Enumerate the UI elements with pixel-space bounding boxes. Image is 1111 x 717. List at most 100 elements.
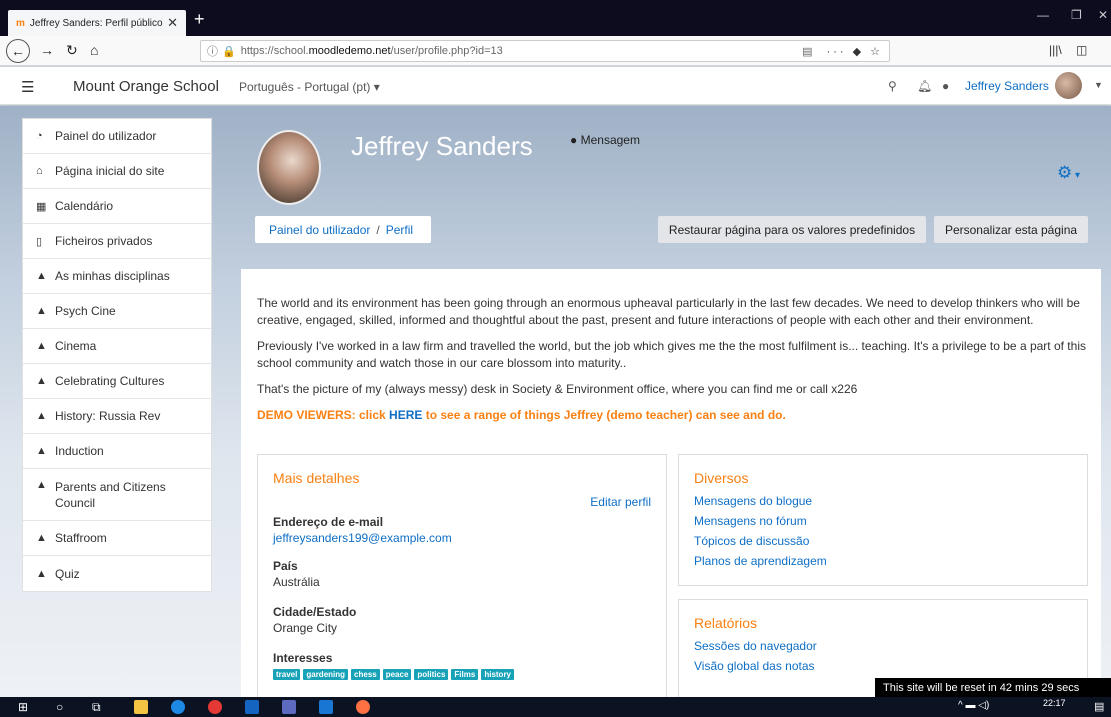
interest-tag[interactable]: chess [351,669,380,680]
nav-drawer: ◔ Painel do utilizador ⌂ Página inicial do… [22,118,212,592]
chrome-icon[interactable] [208,700,222,714]
drawer-item-course[interactable]: ▲ Celebrating Cultures [23,364,211,399]
address-bar[interactable]: ⓘ 🔒 https://school.moodledemo.net/user/p… [200,40,890,62]
interest-tag[interactable]: peace [382,669,412,680]
description-paragraph: That's the picture of my (always messy) … [257,382,858,396]
graduation-cap-icon: ▲ [36,375,47,387]
close-tab-icon[interactable]: ✕ [167,15,178,31]
grades-overview-link[interactable]: Visão global das notas [694,659,815,673]
section-title: Diversos [694,470,749,486]
reset-page-button[interactable]: Restaurar página para os valores predefi… [658,216,926,243]
edge-icon[interactable] [171,700,185,714]
description-paragraph: Previously I've worked in a law firm and… [257,339,1086,370]
profile-picture [257,130,321,205]
interest-tag[interactable]: travel [273,669,301,680]
graduation-cap-icon: ▲ [36,479,47,491]
search-icon[interactable]: ⚲ [888,79,897,93]
messages-icon[interactable]: ● [942,79,949,93]
more-details-card: Mais detalhes Editar perfil Endereço de … [257,454,667,697]
info-icon[interactable]: ⓘ [207,43,218,59]
drawer-item-course[interactable]: ▲ History: Russia Rev [23,399,211,434]
interest-tag[interactable]: history [481,669,514,680]
interest-tags: travel gardening chess peace politics Fi… [273,669,514,680]
chevron-down-icon[interactable]: ▼ [1094,80,1103,90]
drawer-item-course[interactable]: ▲ Psych Cine [23,294,211,329]
learning-plans-link[interactable]: Planos de aprendizagem [694,554,827,568]
site-name[interactable]: Mount Orange School [73,78,219,95]
graduation-cap-icon: ▲ [36,532,47,544]
breadcrumb-dashboard-link[interactable]: Painel do utilizador [269,223,370,237]
home-icon[interactable]: ⌂ [90,42,98,58]
drawer-item-course[interactable]: ▲ Induction [23,434,211,469]
message-bubble-icon: ● [570,133,578,147]
reload-icon[interactable]: ↻ [66,42,78,59]
library-icon[interactable]: |||\ [1049,43,1062,57]
city-label: Cidade/Estado [273,605,357,619]
avatar[interactable] [1055,72,1082,99]
interest-tag[interactable]: gardening [303,669,349,680]
browser-tab-strip: m Jeffrey Sanders: Perfil público ✕ + — … [0,0,1111,36]
file-explorer-icon[interactable] [134,700,148,714]
forward-icon[interactable]: → [40,42,54,58]
minimize-icon[interactable]: — [1037,8,1049,22]
page-actions-icon[interactable]: ··· ◆ ☆ [827,45,883,58]
browser-sessions-link[interactable]: Sessões do navegador [694,639,817,653]
graduation-cap-icon: ▲ [36,445,47,457]
notifications-icon[interactable]: ▤ [1094,700,1104,713]
home-icon: ⌂ [36,165,43,177]
breadcrumb-profile-link[interactable]: Perfil [386,223,413,237]
drawer-item-calendar[interactable]: ▦ Calendário [23,189,211,224]
maximize-icon[interactable]: ❐ [1071,8,1082,22]
teams-icon[interactable] [282,700,296,714]
drawer-item-course[interactable]: ▲ Parents and Citizens Council [23,469,211,521]
blog-posts-link[interactable]: Mensagens do blogue [694,494,812,508]
menu-toggle-icon[interactable]: ☰ [21,78,34,96]
drawer-item-course[interactable]: ▲ Staffroom [23,521,211,556]
demo-notice: DEMO VIEWERS: click HERE to see a range … [257,408,786,422]
reset-notice-toast: This site will be reset in 42 mins 29 se… [875,678,1111,698]
forum-posts-link[interactable]: Mensagens no fórum [694,514,807,528]
profile-description: The world and its environment has been g… [257,295,1091,433]
outlook-icon[interactable] [245,700,259,714]
drawer-item-dashboard[interactable]: ◔ Painel do utilizador [23,119,211,154]
task-view-icon[interactable]: ⧉ [92,700,101,715]
edit-profile-link[interactable]: Editar perfil [590,495,651,509]
windows-start-icon[interactable]: ⊞ [18,700,28,714]
drawer-item-course[interactable]: ▲ Quiz [23,556,211,591]
url-text: https://school.moodledemo.net/user/profi… [240,45,503,57]
clock[interactable]: 22:17 [1043,698,1066,708]
word-icon[interactable] [319,700,333,714]
system-tray-icon[interactable]: ^ ▬ ◁) [958,700,989,711]
new-tab-icon[interactable]: + [194,9,205,30]
country-label: País [273,559,298,573]
message-button[interactable]: ● Mensagem [570,133,640,147]
city-value: Orange City [273,621,338,635]
notifications-bell-icon[interactable]: 🔔︎ [917,79,932,93]
window-close-icon[interactable]: ✕ [1098,8,1108,22]
search-icon[interactable]: ○ [56,700,63,714]
dashboard-icon: ◔ [36,130,43,142]
gear-icon[interactable]: ⚙ ▾ [1057,163,1080,183]
firefox-icon[interactable] [356,700,370,714]
drawer-item-course[interactable]: ▲ Cinema [23,329,211,364]
customise-page-button[interactable]: Personalizar esta página [934,216,1088,243]
discussions-link[interactable]: Tópicos de discussão [694,534,809,548]
graduation-cap-icon: ▲ [36,410,47,422]
interest-tag[interactable]: politics [414,669,449,680]
drawer-item-my-courses[interactable]: ▲ As minhas disciplinas [23,259,211,294]
browser-toolbar: ← → ↻ ⌂ ⓘ 🔒 https://school.moodledemo.ne… [0,36,1111,66]
sidebar-toggle-icon[interactable]: ◫ [1076,43,1087,57]
reader-view-icon[interactable]: ▤ [802,45,812,58]
interest-tag[interactable]: Films [451,669,479,680]
back-icon[interactable]: ← [6,39,30,63]
calendar-icon: ▦ [36,200,47,213]
browser-tab[interactable]: m Jeffrey Sanders: Perfil público ✕ [8,10,186,36]
email-link[interactable]: jeffreysanders199@example.com [273,531,452,545]
drawer-item-site-home[interactable]: ⌂ Página inicial do site [23,154,211,189]
user-menu-name[interactable]: Jeffrey Sanders [965,79,1049,93]
demo-here-link[interactable]: HERE [389,408,422,422]
language-selector[interactable]: Português - Portugal (pt) ▾ [239,80,380,94]
site-header: ☰ Mount Orange School Português - Portug… [0,67,1111,105]
tab-title: Jeffrey Sanders: Perfil público [29,17,163,29]
drawer-item-private-files[interactable]: ▯ Ficheiros privados [23,224,211,259]
